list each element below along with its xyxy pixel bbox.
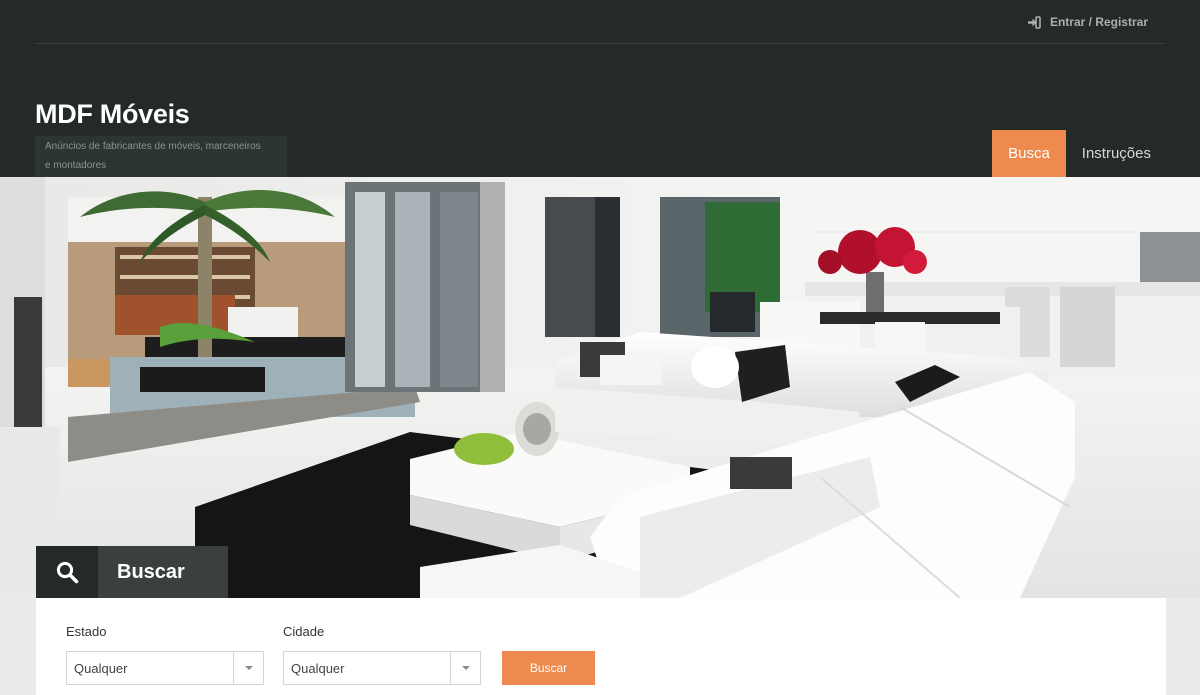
search-icon [56, 561, 79, 584]
cidade-field: Cidade [283, 624, 325, 639]
search-tab: Buscar [36, 546, 228, 598]
login-register-link[interactable]: Entrar / Registrar [1027, 15, 1148, 29]
main-nav: Busca Instruções [992, 130, 1167, 177]
chevron-down-icon [233, 652, 263, 684]
login-register-label: Entrar / Registrar [1049, 15, 1148, 29]
site-tagline: Anúncios de fabricantes de móveis, marce… [35, 136, 287, 177]
search-submit-button[interactable]: Buscar [502, 651, 595, 685]
tagline-line-1: Anúncios de fabricantes de móveis, marce… [45, 141, 261, 152]
estado-select-value: Qualquer [74, 660, 128, 676]
nav-item-instrucoes[interactable]: Instruções [1066, 130, 1167, 177]
chevron-down-icon [450, 652, 480, 684]
search-tab-icon-box [36, 546, 98, 598]
tagline-line-2: e montadores [45, 160, 107, 171]
search-panel: Estado Qualquer Cidade Qualquer Buscar [36, 598, 1166, 695]
estado-select[interactable]: Qualquer [66, 651, 264, 685]
site-title[interactable]: MDF Móveis [35, 99, 190, 130]
cidade-label: Cidade [283, 624, 325, 639]
hero-image [0, 177, 1200, 598]
sign-in-icon [1027, 15, 1041, 29]
search-tab-label: Buscar [98, 546, 228, 598]
cidade-select-value: Qualquer [291, 660, 345, 676]
estado-label: Estado [66, 624, 107, 639]
estado-field: Estado [66, 624, 107, 639]
cidade-select[interactable]: Qualquer [283, 651, 481, 685]
living-room-illustration [0, 177, 1200, 598]
nav-item-busca[interactable]: Busca [992, 130, 1066, 177]
site-header: Entrar / Registrar MDF Móveis Anúncios d… [0, 0, 1200, 177]
top-bar: Entrar / Registrar [35, 0, 1165, 44]
